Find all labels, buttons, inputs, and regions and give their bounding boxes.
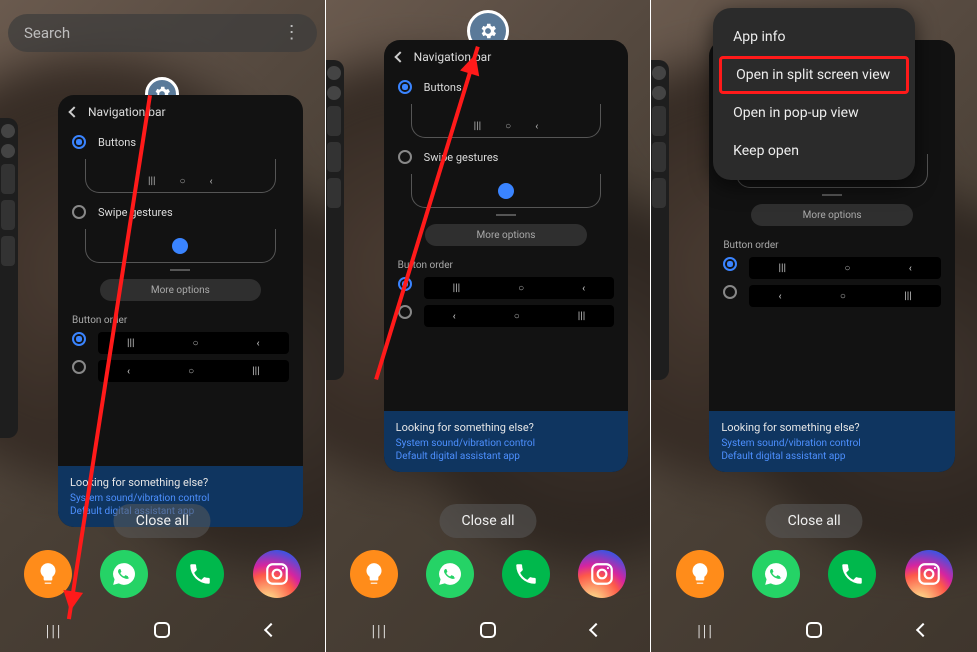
button-order-label: Button order	[58, 309, 303, 332]
home-button[interactable]	[799, 615, 829, 645]
more-options-button[interactable]: More options	[100, 279, 261, 301]
home-button[interactable]	[473, 615, 503, 645]
menu-open-split-screen[interactable]: Open in split screen view	[719, 56, 909, 94]
recents-button[interactable]: |||	[691, 615, 721, 645]
help-box: Looking for something else? System sound…	[709, 411, 955, 472]
system-nav-bar: |||	[0, 608, 325, 652]
menu-keep-open[interactable]: Keep open	[713, 132, 915, 170]
back-button[interactable]	[256, 615, 286, 645]
more-options-icon[interactable]: ⋮	[283, 24, 301, 42]
search-bar[interactable]: Search ⋮	[8, 14, 317, 52]
back-icon[interactable]	[68, 106, 79, 117]
search-placeholder: Search	[24, 24, 70, 42]
home-button[interactable]	[147, 615, 177, 645]
radio-order-1[interactable]	[723, 257, 737, 271]
order-option-1[interactable]: |||○‹	[98, 332, 289, 354]
buttons-preview: ||| ○ ‹	[411, 104, 602, 138]
phone-screenshot-1: Search ⋮ Navigation bar Buttons ||| ○ ‹ …	[0, 0, 326, 652]
help-link-1[interactable]: System sound/vibration control	[396, 438, 617, 449]
recents-button[interactable]: |||	[365, 615, 395, 645]
button-order-label: Button order	[709, 234, 955, 257]
phone-screenshot-2: Navigation bar Buttons ||| ○ ‹ Swipe ges…	[326, 0, 652, 652]
home-apps	[651, 544, 977, 604]
option-swipe-label: Swipe gestures	[424, 151, 499, 164]
back-button[interactable]	[908, 615, 938, 645]
help-link-2[interactable]: Default digital assistant app	[396, 451, 617, 462]
radio-buttons[interactable]	[72, 135, 86, 149]
option-buttons-label: Buttons	[424, 81, 462, 94]
radio-swipe[interactable]	[72, 205, 86, 219]
phone-app-icon[interactable]	[828, 550, 876, 598]
phone-app-icon[interactable]	[176, 550, 224, 598]
previous-app-peek[interactable]	[0, 118, 18, 438]
home-apps	[0, 544, 325, 604]
app-icon-context-menu: App info Open in split screen view Open …	[713, 8, 915, 180]
button-order-label: Button order	[384, 254, 629, 277]
instagram-app-icon[interactable]	[905, 550, 953, 598]
system-nav-bar: |||	[651, 608, 977, 652]
order-option-2[interactable]: ‹○|||	[98, 360, 289, 382]
system-nav-bar: |||	[326, 608, 651, 652]
phone-screenshot-3: More options Button order |||○‹ ‹○||| Lo…	[651, 0, 977, 652]
radio-order-1[interactable]	[72, 332, 86, 346]
radio-swipe[interactable]	[398, 150, 412, 164]
help-link-1[interactable]: System sound/vibration control	[721, 438, 943, 449]
close-all-button[interactable]: Close all	[766, 504, 863, 538]
home-apps	[326, 544, 651, 604]
buttons-preview: ||| ○ ‹	[85, 159, 276, 193]
radio-buttons[interactable]	[398, 80, 412, 94]
recents-card-settings[interactable]: Navigation bar Buttons ||| ○ ‹ Swipe ges…	[384, 40, 629, 472]
order-option-1[interactable]: |||○‹	[749, 257, 941, 279]
close-all-button[interactable]: Close all	[114, 504, 211, 538]
radio-order-2[interactable]	[723, 285, 737, 299]
whatsapp-app-icon[interactable]	[100, 550, 148, 598]
help-link-2[interactable]: Default digital assistant app	[721, 451, 943, 462]
previous-app-peek[interactable]	[651, 60, 669, 380]
help-box: Looking for something else? System sound…	[384, 411, 629, 472]
order-option-2[interactable]: ‹○|||	[749, 285, 941, 307]
menu-open-popup-view[interactable]: Open in pop-up view	[713, 94, 915, 132]
back-button[interactable]	[581, 615, 611, 645]
instagram-app-icon[interactable]	[253, 550, 301, 598]
more-options-button[interactable]: More options	[751, 204, 913, 226]
option-swipe-label: Swipe gestures	[98, 206, 173, 219]
help-link-1[interactable]: System sound/vibration control	[70, 493, 291, 504]
menu-app-info[interactable]: App info	[713, 18, 915, 56]
close-all-button[interactable]: Close all	[439, 504, 536, 538]
instagram-app-icon[interactable]	[578, 550, 626, 598]
tips-app-icon[interactable]	[676, 550, 724, 598]
card-title: Navigation bar	[88, 105, 166, 119]
order-option-2[interactable]: ‹○|||	[424, 305, 615, 327]
swipe-preview	[85, 229, 276, 263]
tips-app-icon[interactable]	[350, 550, 398, 598]
option-buttons-label: Buttons	[98, 136, 136, 149]
back-icon[interactable]	[394, 51, 405, 62]
order-option-1[interactable]: |||○‹	[424, 277, 615, 299]
more-options-button[interactable]: More options	[425, 224, 586, 246]
whatsapp-app-icon[interactable]	[426, 550, 474, 598]
radio-order-2[interactable]	[72, 360, 86, 374]
phone-app-icon[interactable]	[502, 550, 550, 598]
previous-app-peek[interactable]	[326, 60, 344, 380]
whatsapp-app-icon[interactable]	[752, 550, 800, 598]
